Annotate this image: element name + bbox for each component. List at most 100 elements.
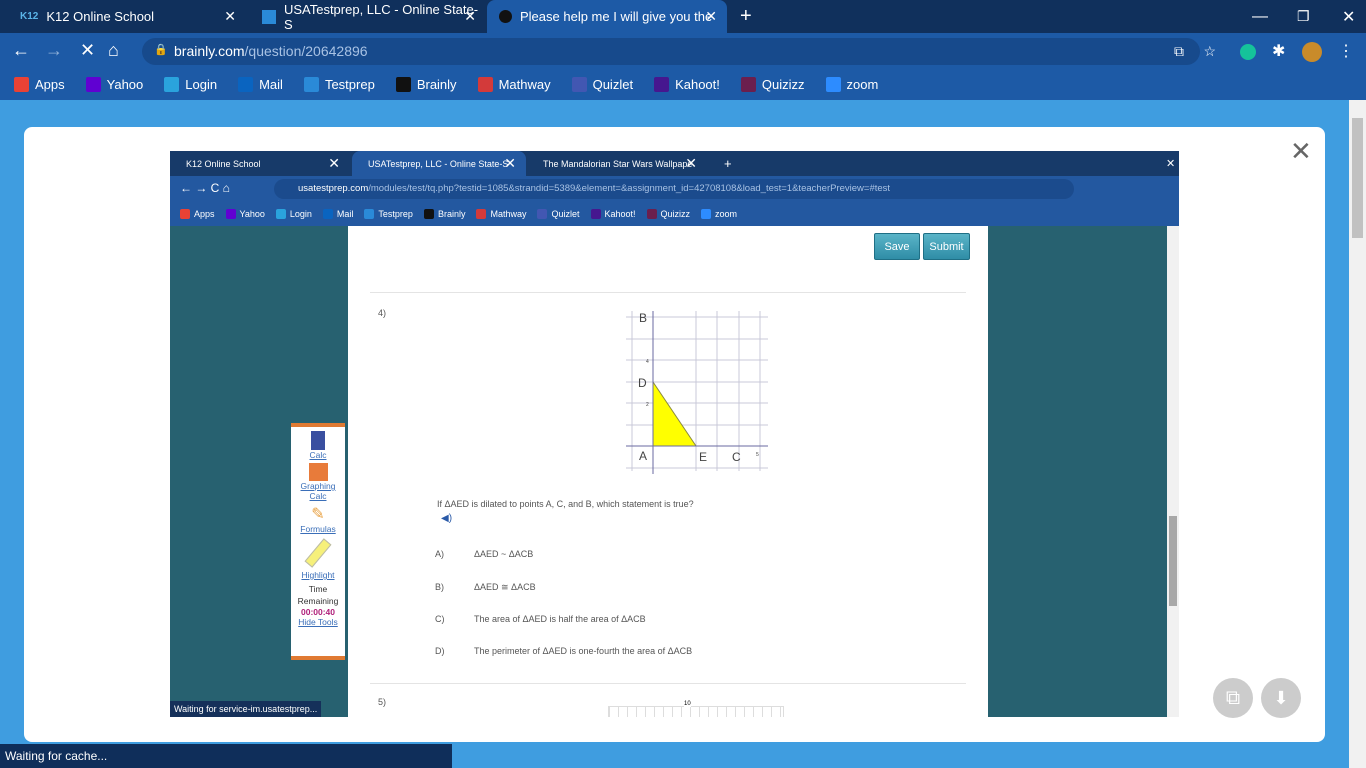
question-number: 4) [378,308,387,318]
tick-label: 4 [646,359,649,365]
inner-bookmark: Yahoo [225,209,265,219]
bookmark-login[interactable]: Login [164,76,217,92]
test-page: Save Submit 4) B D A E C 4 2 5 If ΔAED i… [348,226,988,717]
page-scrollbar[interactable] [1349,100,1366,768]
next-question-number: 5) [378,697,387,707]
bookmark-brainly[interactable]: Brainly [395,76,457,92]
inner-tab: USATestprep, LLC - Online State-S ✕ [352,151,526,176]
forward-icon[interactable]: → [45,40,63,61]
highlight-link: Highlight [301,570,335,580]
close-tab-icon[interactable]: ✕ [224,8,236,25]
inner-bookmark: Mathway [476,209,526,219]
status-bar: Waiting for cache... [0,744,452,768]
minimize-button[interactable]: — [1240,0,1268,33]
bookmark-icon [303,76,319,92]
lock-icon: 🔒 [154,44,168,56]
new-tab-button[interactable]: + [728,0,752,33]
tick-label: 2 [646,402,649,408]
question-text: If ΔAED is dilated to points A, C, and B… [437,499,694,509]
inner-scrollbar [1167,226,1179,717]
inner-bookmark: Mail [322,209,353,219]
hide-tools-link: Hide Tools [298,617,338,627]
bookmark-yahoo[interactable]: Yahoo [85,76,143,92]
restore-button[interactable]: ❐ [1285,0,1310,33]
bookmark-icon [322,209,333,219]
bookmark-icon [571,76,587,92]
bookmark-icon [654,76,670,92]
bookmark-icon [701,209,712,219]
inner-bookmark: Testprep [364,209,413,219]
testprep-icon [262,9,276,24]
bookmark-zoom[interactable]: zoom [825,76,878,92]
triangle-graph: B D A E C 4 2 5 [626,311,768,474]
graphing-calc-link: Graphing Calc [300,481,336,501]
inner-tab-bar: K12 Online School ✕ USATestprep, LLC - On… [170,151,1179,176]
bookmark-apps[interactable]: Apps [14,76,65,92]
bookmarks-bar: Apps Yahoo Login Mail Testprep Brainly Mathway… [0,68,1366,100]
inner-bookmark: Brainly [423,209,465,219]
highlighter-icon [304,538,332,568]
inner-close: ✕ [1166,158,1176,170]
address-bar[interactable]: 🔒 brainly.com/question/20642896 ⧉ ☆ [142,38,1216,65]
time-label: Remaining [297,596,339,606]
home-icon[interactable]: ⌂ [108,40,119,61]
bookmark-icon [477,76,493,92]
bookmark-icon [364,209,375,219]
inner-new-tab: + [724,156,732,171]
profile-avatar[interactable] [1302,42,1322,62]
tab-k12[interactable]: K12 K12 Online School ✕ [8,0,246,33]
bookmark-mathway[interactable]: Mathway [477,76,551,92]
inner-bookmark: Login [275,209,312,219]
close-tab-icon[interactable]: ✕ [464,8,476,25]
bookmark-testprep[interactable]: Testprep [303,76,375,92]
bookmark-icon [423,209,434,219]
tab-bar: K12 K12 Online School ✕ USATestprep, LLC -… [0,0,1366,33]
stop-icon[interactable]: ✕ [80,40,95,61]
embedded-screenshot: K12 Online School ✕ USATestprep, LLC - On… [170,151,1179,717]
close-tab-icon[interactable]: ✕ [705,8,717,25]
inner-tab: K12 Online School ✕ [186,155,340,171]
point-e: E [699,450,707,464]
triangle-aed [652,380,697,447]
open-external-button[interactable]: ⧉ [1213,678,1253,718]
back-icon[interactable]: ← [12,40,30,61]
time-label: Time [308,584,328,594]
bookmark-mail[interactable]: Mail [238,76,283,92]
open-external-icon[interactable]: ⧉ [1174,43,1184,60]
bookmark-icon [476,209,487,219]
inner-tab: The Mandalorian Star Wars Wallpape ✕ [543,155,697,171]
menu-icon[interactable]: ⋮ [1338,41,1354,61]
answer-option: A) ΔAED ~ ΔACB [435,549,534,559]
close-window-button[interactable]: ✕ [1330,0,1355,33]
bookmark-icon [225,209,236,219]
download-button[interactable]: ⬇ [1261,678,1301,718]
next-graph [608,706,784,717]
tools-panel: Calc Graphing Calc ✎ Formulas Highlight T… [291,423,345,660]
speaker-icon: ◀) [441,513,453,524]
close-modal-icon[interactable]: ✕ [1290,136,1312,167]
bookmark-icon [395,76,411,92]
grammarly-icon[interactable] [1240,44,1256,60]
graphing-calc-icon [308,463,328,481]
formulas-link: Formulas [300,524,336,534]
extensions-icon[interactable]: ✱ [1272,41,1285,61]
star-icon[interactable]: ☆ [1203,43,1216,60]
pencil-icon: ✎ [311,506,325,523]
bookmark-kahoot[interactable]: Kahoot! [654,76,720,92]
point-d: D [638,376,647,390]
point-c: C [732,450,741,464]
bookmark-icon [825,76,841,92]
tick-label: 5 [756,452,759,458]
inner-bookmark: Quizizz [646,209,690,219]
point-a: A [639,449,647,463]
tab-usatestprep[interactable]: USATestprep, LLC - Online State-S ✕ [250,0,486,33]
bookmark-quizlet[interactable]: Quizlet [571,76,633,92]
tab-brainly[interactable]: Please help me I will give you the ✕ [487,0,727,33]
inner-bookmark: Kahoot! [590,209,636,219]
timer: 00:00:40 [300,607,336,617]
calc-link: Calc [309,450,327,460]
brainly-icon [499,10,512,23]
bookmark-quizizz[interactable]: Quizizz [740,76,805,92]
answer-option: D) The perimeter of ΔAED is one-fourth th… [435,646,693,656]
bookmark-icon [85,76,101,92]
